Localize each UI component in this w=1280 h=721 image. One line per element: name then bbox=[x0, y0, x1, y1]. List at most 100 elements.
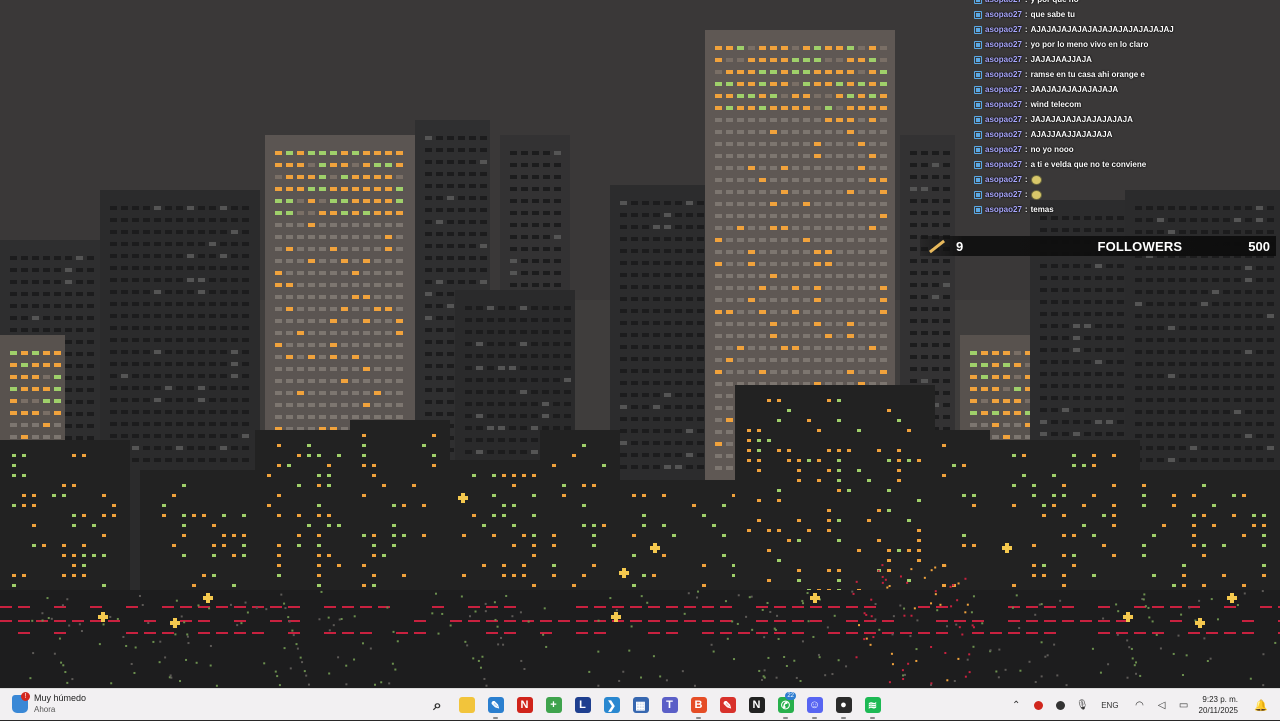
building-window bbox=[921, 319, 928, 323]
discord-button[interactable]: ☺ bbox=[800, 694, 829, 719]
building-window bbox=[231, 386, 238, 390]
street-detail bbox=[58, 637, 61, 640]
street-detail bbox=[777, 637, 780, 640]
teams-button[interactable]: T bbox=[655, 694, 684, 716]
building-window bbox=[1256, 266, 1263, 270]
building-window bbox=[447, 364, 454, 368]
building-window bbox=[275, 319, 282, 323]
building-window bbox=[154, 326, 161, 330]
lit-window bbox=[1262, 514, 1266, 517]
building-window bbox=[932, 319, 939, 323]
battery-icon[interactable]: ▭ bbox=[1175, 696, 1193, 714]
building-window bbox=[54, 351, 61, 355]
building-window bbox=[726, 142, 733, 146]
building-window bbox=[921, 307, 928, 311]
spotify-button[interactable]: ≋ bbox=[858, 694, 887, 719]
building-window bbox=[220, 362, 227, 366]
building-window bbox=[308, 187, 315, 191]
whatsapp-button[interactable]: ✆ 22 bbox=[771, 692, 800, 719]
street-detail bbox=[337, 656, 340, 659]
building-window bbox=[1223, 410, 1230, 414]
street-detail bbox=[736, 622, 739, 625]
building-window bbox=[531, 450, 538, 454]
building-window bbox=[781, 262, 788, 266]
building-window bbox=[1168, 386, 1175, 390]
app-plus-button[interactable]: + bbox=[539, 694, 568, 716]
building-window bbox=[542, 342, 549, 346]
street-detail bbox=[970, 611, 973, 614]
building-window bbox=[814, 166, 821, 170]
notification-bell-icon[interactable]: 🔔 bbox=[1252, 696, 1270, 714]
building-window bbox=[1179, 326, 1186, 330]
building-window bbox=[532, 223, 539, 227]
building-window bbox=[1040, 324, 1047, 328]
building-window bbox=[1117, 408, 1124, 412]
app-tray-icon[interactable] bbox=[1051, 696, 1069, 714]
neon-light bbox=[954, 620, 966, 622]
building-window bbox=[469, 136, 476, 140]
building-window bbox=[869, 82, 876, 86]
store-button[interactable]: ▦ bbox=[626, 694, 655, 716]
street-detail bbox=[696, 596, 699, 599]
language-indicator[interactable]: ENG bbox=[1101, 701, 1118, 710]
editor-button[interactable]: ✎ bbox=[713, 694, 742, 716]
chevron-up-icon[interactable]: ⌃ bbox=[1007, 696, 1025, 714]
building-window bbox=[121, 386, 128, 390]
neon-light bbox=[108, 620, 120, 622]
building-window bbox=[1201, 350, 1208, 354]
building-window bbox=[308, 223, 315, 227]
building-window bbox=[943, 379, 950, 383]
pen-app-button[interactable]: ✎ bbox=[481, 694, 510, 719]
building-window bbox=[520, 426, 527, 430]
file-explorer-button[interactable] bbox=[452, 694, 481, 716]
building-window bbox=[476, 438, 483, 442]
building-window bbox=[759, 154, 766, 158]
l-app-button[interactable]: L bbox=[568, 694, 597, 716]
building-window bbox=[87, 424, 94, 428]
building-window bbox=[921, 331, 928, 335]
neon-light bbox=[18, 620, 30, 622]
building-window bbox=[1267, 326, 1274, 330]
building-window bbox=[803, 154, 810, 158]
building-window bbox=[1117, 276, 1124, 280]
building-window bbox=[447, 160, 454, 164]
building-window bbox=[715, 70, 722, 74]
building-window bbox=[1267, 338, 1274, 342]
street-detail bbox=[687, 592, 690, 595]
search-button[interactable]: ⌕ bbox=[423, 694, 452, 716]
building-window bbox=[1014, 435, 1021, 439]
building-window bbox=[932, 355, 939, 359]
building-window bbox=[1106, 396, 1113, 400]
building-window bbox=[932, 199, 939, 203]
building-window bbox=[620, 237, 627, 241]
building-window bbox=[1146, 290, 1153, 294]
speaker-icon[interactable]: ◁ bbox=[1153, 696, 1171, 714]
netflix-button[interactable]: N bbox=[510, 694, 539, 716]
weather-widget[interactable]: ! Muy húmedo Ahora bbox=[12, 692, 86, 715]
vscode-button[interactable]: ❯ bbox=[597, 694, 626, 716]
building-window bbox=[341, 295, 348, 299]
wifi-icon[interactable]: ◠ bbox=[1131, 696, 1149, 714]
media-app-button[interactable]: ● bbox=[829, 694, 858, 719]
lit-window bbox=[827, 509, 831, 512]
lit-window bbox=[277, 564, 281, 567]
building-window bbox=[910, 211, 917, 215]
building-window bbox=[836, 142, 843, 146]
brave-browser-button[interactable]: B bbox=[684, 694, 713, 719]
building-window bbox=[54, 423, 61, 427]
building-window bbox=[520, 390, 527, 394]
windows-start-button[interactable] bbox=[394, 694, 423, 716]
clock[interactable]: 9:23 p. m. 20/11/2025 bbox=[1199, 694, 1238, 716]
building-window bbox=[447, 232, 454, 236]
building-window bbox=[76, 268, 83, 272]
building-window bbox=[781, 370, 788, 374]
lit-window bbox=[702, 584, 706, 587]
street-detail bbox=[697, 590, 700, 593]
building-window bbox=[992, 375, 999, 379]
notion-button[interactable]: N bbox=[742, 694, 771, 716]
building-window bbox=[1003, 411, 1010, 415]
record-icon[interactable] bbox=[1029, 696, 1047, 714]
street-detail bbox=[496, 625, 499, 628]
neon-light bbox=[846, 606, 858, 608]
microphone-icon[interactable]: 🎙 bbox=[1073, 696, 1091, 714]
